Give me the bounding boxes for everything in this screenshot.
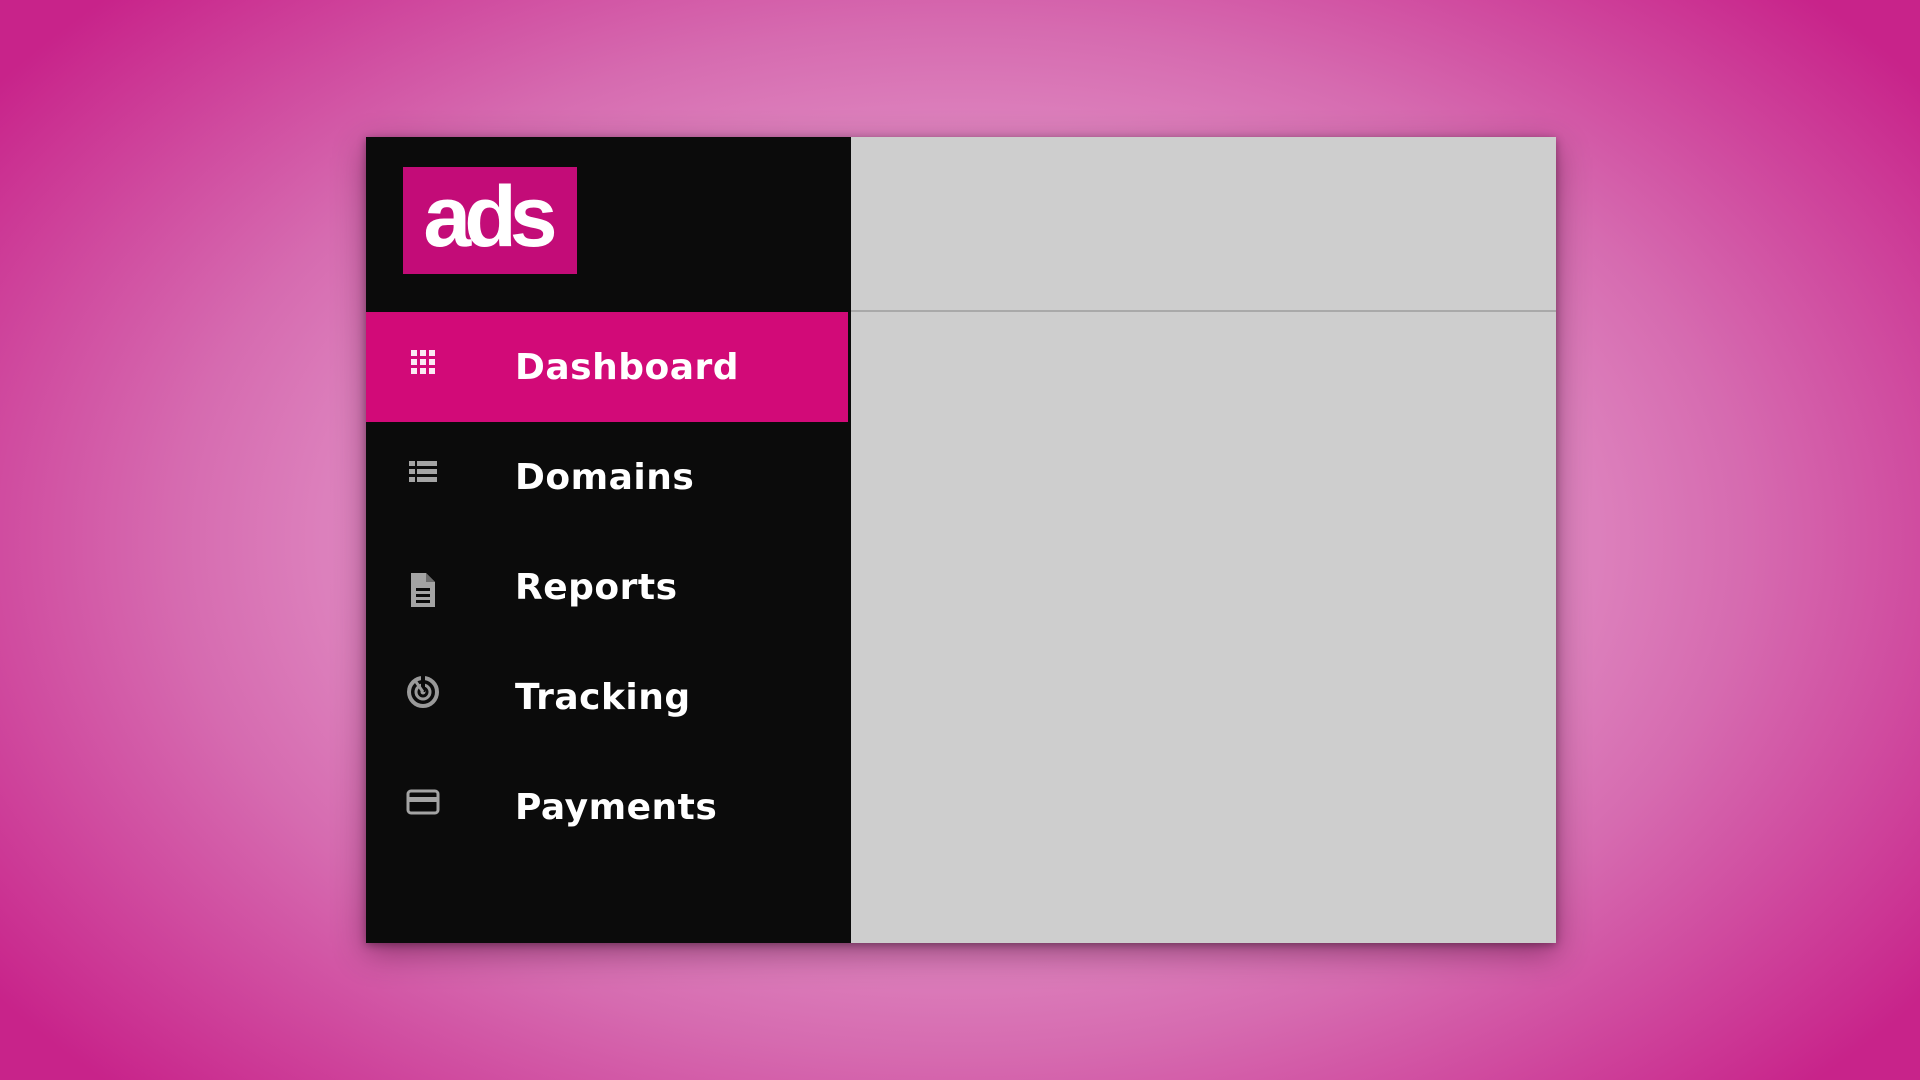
sidebar: ads Dashboard Domains Reports Tracking P…: [366, 137, 851, 943]
main-header: [851, 137, 1556, 312]
sidebar-item-label: Domains: [515, 456, 695, 498]
sidebar-item-label: Reports: [515, 566, 678, 608]
sidebar-item-tracking[interactable]: Tracking: [366, 642, 851, 752]
app-window: ads Dashboard Domains Reports Tracking P…: [366, 137, 1556, 943]
sidebar-item-label: Payments: [515, 786, 718, 828]
radar-icon: [406, 675, 440, 709]
sidebar-item-dashboard[interactable]: Dashboard: [366, 312, 848, 422]
file-icon: [406, 573, 440, 607]
sidebar-item-reports[interactable]: Reports: [366, 532, 851, 642]
sidebar-item-label: Tracking: [515, 676, 691, 718]
sidebar-item-payments[interactable]: Payments: [366, 752, 851, 862]
sidebar-item-domains[interactable]: Domains: [366, 422, 851, 532]
list-icon: [406, 455, 440, 489]
logo-area: ads: [366, 137, 851, 312]
logo[interactable]: ads: [403, 167, 577, 274]
grid-icon: [406, 345, 440, 379]
sidebar-item-label: Dashboard: [515, 346, 740, 388]
sidebar-nav: Dashboard Domains Reports Tracking Payme…: [366, 312, 851, 862]
logo-text: ads: [423, 168, 557, 265]
main-content: [851, 137, 1556, 943]
credit-card-icon: [406, 785, 440, 819]
